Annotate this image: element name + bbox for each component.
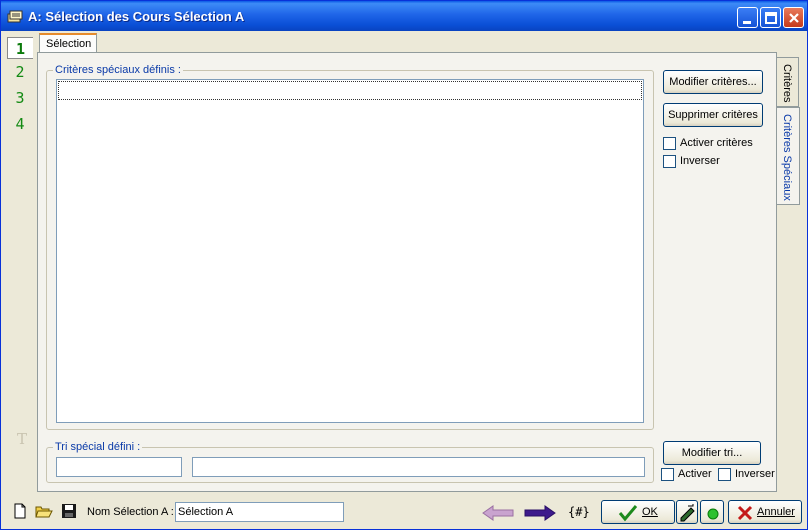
cancel-button[interactable]: Annuler	[728, 500, 802, 524]
ok-label: OK	[642, 506, 658, 518]
step-1[interactable]: 1	[7, 37, 33, 59]
x-icon	[737, 505, 753, 521]
close-button[interactable]	[783, 7, 804, 28]
delete-criteria-button[interactable]: Supprimer critères	[663, 103, 763, 127]
bottom-toolbar: Nom Sélection A : {#} OK Annuler	[1, 496, 807, 530]
invert-criteria-checkbox[interactable]	[663, 155, 676, 168]
invert-sort-label: Inverser	[735, 468, 775, 480]
activate-sort-checkbox[interactable]	[661, 468, 674, 481]
window-title: A: Sélection des Cours Sélection A	[28, 9, 245, 24]
minimize-icon	[743, 21, 751, 24]
text-icon: T	[17, 430, 28, 448]
step-3[interactable]: 3	[7, 87, 33, 109]
arrow-right-icon[interactable]	[523, 504, 557, 522]
step-column: 1 2 3 4 T	[7, 33, 33, 493]
cancel-label: Annuler	[757, 506, 795, 518]
sort-field-1[interactable]	[56, 457, 182, 477]
invert-criteria-label: Inverser	[680, 155, 720, 167]
criteria-list[interactable]	[56, 79, 644, 423]
selection-name-label: Nom Sélection A :	[87, 506, 174, 518]
save-disk-icon[interactable]	[60, 502, 78, 520]
new-file-icon[interactable]	[11, 502, 29, 520]
app-icon	[7, 9, 23, 23]
activate-criteria-checkbox[interactable]	[663, 137, 676, 150]
tab-criteres-label: Critères	[781, 64, 793, 103]
criteria-group-label: Critères spéciaux définis :	[53, 64, 183, 76]
tab-criteres[interactable]: Critères	[777, 57, 799, 107]
tab-selection[interactable]: Sélection	[39, 33, 97, 53]
maximize-icon	[765, 12, 777, 24]
activate-sort-label: Activer	[678, 468, 712, 480]
modify-criteria-button[interactable]: Modifier critères...	[663, 70, 763, 94]
arrow-left-icon[interactable]	[481, 504, 515, 522]
activate-criteria-label: Activer critères	[680, 137, 753, 149]
criteria-group: Critères spéciaux définis :	[46, 64, 654, 430]
edit-icon	[680, 504, 695, 522]
content-panel: Critères spéciaux définis : Tri spécial …	[37, 52, 777, 492]
close-icon	[789, 13, 799, 23]
sort-group-label: Tri spécial défini :	[53, 441, 143, 453]
green-dot-icon	[707, 508, 719, 520]
tab-criteres-speciaux-label: Critères Spéciaux	[781, 114, 793, 201]
minimize-button[interactable]	[737, 7, 758, 28]
invert-sort-checkbox[interactable]	[718, 468, 731, 481]
ok-button[interactable]: OK	[601, 500, 675, 524]
step-4[interactable]: 4	[7, 113, 33, 135]
step-2[interactable]: 2	[7, 61, 33, 83]
selection-name-input[interactable]	[175, 502, 344, 522]
title-bar[interactable]: A: Sélection des Cours Sélection A	[1, 1, 807, 31]
open-folder-icon[interactable]	[35, 502, 53, 520]
tab-criteres-speciaux[interactable]: Critères Spéciaux	[777, 107, 800, 205]
maximize-button[interactable]	[760, 7, 781, 28]
window: A: Sélection des Cours Sélection A 1 2 3…	[0, 0, 808, 530]
numbering-button[interactable]: {#}	[568, 505, 590, 519]
check-icon	[618, 505, 638, 522]
sort-field-2[interactable]	[192, 457, 645, 477]
list-item[interactable]	[58, 81, 642, 100]
edit-button[interactable]	[676, 500, 698, 524]
modify-sort-button[interactable]: Modifier tri...	[663, 441, 761, 465]
status-button[interactable]	[700, 500, 724, 524]
sort-group: Tri spécial défini :	[46, 441, 654, 483]
